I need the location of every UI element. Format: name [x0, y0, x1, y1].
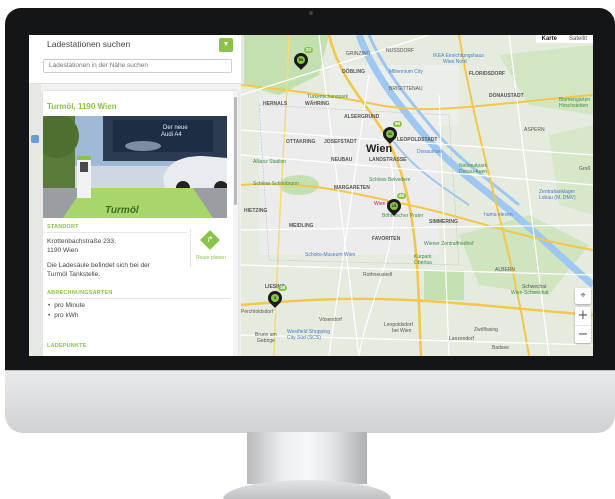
svg-text:Allianz Stadion: Allianz Stadion [253, 159, 286, 165]
svg-text:Lobau (M. DMV): Lobau (M. DMV) [539, 195, 576, 201]
charging-station-marker[interactable]: 50 23 [291, 47, 314, 71]
route-plan-button[interactable]: ↱ Route planen [190, 229, 231, 267]
svg-text:MEIDLING: MEIDLING [289, 223, 314, 229]
svg-text:Wien-Schwechat: Wien-Schwechat [511, 290, 549, 296]
svg-text:SIMMERING: SIMMERING [429, 219, 458, 225]
charging-station-marker[interactable]: 15 49 [384, 193, 407, 217]
svg-text:Oberlaa: Oberlaa [414, 260, 432, 266]
filter-button[interactable]: ▼ [219, 38, 233, 52]
station-detail-card: Turmöl, 1190 Wien Der neue Audi A4 Turmö… [43, 91, 238, 356]
svg-text:Perchtoldsdorf: Perchtoldsdorf [241, 309, 274, 315]
bay-logo-text: Turmöl [105, 205, 139, 216]
svg-text:Wien Nord: Wien Nord [443, 59, 467, 65]
station-description-cont: Turmöl Tankstelle. [47, 271, 101, 278]
camera-icon [309, 11, 313, 15]
svg-text:Türkenschanzpark: Türkenschanzpark [307, 94, 349, 100]
svg-text:Donauinsel: Donauinsel [417, 149, 442, 155]
billing-option: pro Minute [48, 302, 85, 309]
charging-station-marker[interactable]: 11 96 [380, 121, 403, 145]
search-input[interactable] [43, 59, 232, 73]
address-city: 1190 Wien [47, 247, 79, 254]
monitor-chin [5, 370, 615, 433]
svg-text:LEOPOLDSTADT: LEOPOLDSTADT [397, 137, 437, 143]
crosshair-icon: ⌖ [580, 291, 586, 301]
address-line: Krottenbachstraße 233, [47, 238, 116, 245]
svg-text:JOSEFSTADT: JOSEFSTADT [324, 139, 357, 145]
svg-text:Zwölfaxing: Zwölfaxing [474, 327, 498, 333]
svg-text:DÖBLING: DÖBLING [342, 68, 365, 75]
zoom-in-button[interactable]: + [575, 307, 591, 325]
card-scrollbar-thumb[interactable] [234, 97, 237, 205]
svg-text:Vösendorf: Vösendorf [319, 317, 342, 323]
svg-text:NEUBAU: NEUBAU [331, 157, 353, 163]
svg-text:Rothneusiedl: Rothneusiedl [363, 272, 392, 278]
svg-text:Donau-Auen: Donau-Auen [459, 169, 487, 175]
svg-text:LANDSTRASSE: LANDSTRASSE [369, 157, 407, 163]
route-plan-label: Route planen [196, 255, 226, 261]
location-section-header: STANDORT [47, 224, 79, 230]
search-title: Ladestationen suchen [47, 39, 131, 49]
svg-text:Schoko-Museum Wien: Schoko-Museum Wien [305, 252, 356, 258]
svg-text:Hirschstetten: Hirschstetten [559, 103, 588, 109]
station-photo: Der neue Audi A4 Turmöl [43, 116, 227, 218]
directions-icon: ↱ [200, 230, 220, 250]
svg-text:HERNALS: HERNALS [263, 101, 288, 107]
app-screen: GRINZING NUSSDORF DÖBLING Millennium Cit… [29, 35, 593, 356]
svg-text:OTTAKRING: OTTAKRING [286, 139, 315, 145]
svg-text:WÄHRING: WÄHRING [305, 100, 330, 107]
station-title: Turmöl, 1190 Wien [47, 102, 117, 111]
filter-icon: ▼ [222, 41, 230, 48]
svg-text:ALSERGRUND: ALSERGRUND [344, 114, 380, 120]
svg-text:Millennium City: Millennium City [389, 69, 423, 75]
svg-text:Wiener Zentralfriedhof: Wiener Zentralfriedhof [424, 241, 474, 247]
map-pin-icon [31, 135, 39, 143]
svg-text:MARGARETEN: MARGARETEN [334, 185, 370, 191]
sidebar-panel: Ladestationen suchen ▼ Turmöl, 1190 Wien… [29, 35, 241, 356]
locate-me-button[interactable]: ⌖ [575, 288, 591, 304]
svg-text:DONAUSTADT: DONAUSTADT [489, 93, 524, 99]
svg-text:NUSSDORF: NUSSDORF [386, 48, 414, 54]
svg-text:Schloss Belvedere: Schloss Belvedere [369, 177, 411, 183]
svg-text:FLORIDSDORF: FLORIDSDORF [469, 71, 505, 77]
svg-text:bei Wien: bei Wien [392, 328, 412, 334]
svg-text:Gebirge: Gebirge [257, 338, 275, 344]
map-type-satellite-tab[interactable]: Satellit [563, 35, 593, 43]
svg-text:BRIGITTENAU: BRIGITTENAU [389, 86, 423, 92]
card-scrollbar[interactable] [233, 91, 238, 356]
svg-text:Badsee: Badsee [492, 345, 509, 351]
svg-text:huma eleven: huma eleven [484, 212, 513, 218]
map-type-switch: Karte Satellit [535, 35, 593, 43]
svg-text:ALBERN: ALBERN [495, 267, 515, 273]
search-header: Ladestationen suchen ▼ [29, 35, 241, 84]
svg-text:Groß: Groß [579, 166, 590, 172]
station-description: Die Ladesäule befindet sich bei der [47, 262, 151, 269]
map-type-map-tab[interactable]: Karte [536, 35, 563, 43]
svg-text:GRINZING: GRINZING [346, 51, 371, 57]
svg-text:FAVORITEN: FAVORITEN [372, 236, 401, 242]
billing-section-header: ABRECHNUNGSARTEN [47, 290, 113, 296]
charging-station-marker[interactable]: 3 18 [265, 285, 288, 309]
svg-text:HIETZING: HIETZING [244, 208, 267, 214]
charging-points-section-header: LADEPUNKTE [47, 343, 87, 349]
billing-option: pro kWh [48, 312, 78, 319]
svg-text:ASPERN: ASPERN [524, 127, 545, 133]
svg-text:Audi A4: Audi A4 [161, 132, 182, 138]
zoom-control: + − [575, 307, 591, 343]
monitor-stand [247, 432, 367, 484]
svg-text:Schloss Schönbrunn: Schloss Schönbrunn [253, 181, 299, 187]
collapsed-map-strip [29, 83, 41, 356]
zoom-out-button[interactable]: − [575, 325, 591, 344]
svg-text:Lanzendorf: Lanzendorf [449, 336, 475, 342]
billboard-text: Der neue [163, 125, 188, 131]
svg-text:City Süd (SCS): City Süd (SCS) [287, 335, 321, 341]
